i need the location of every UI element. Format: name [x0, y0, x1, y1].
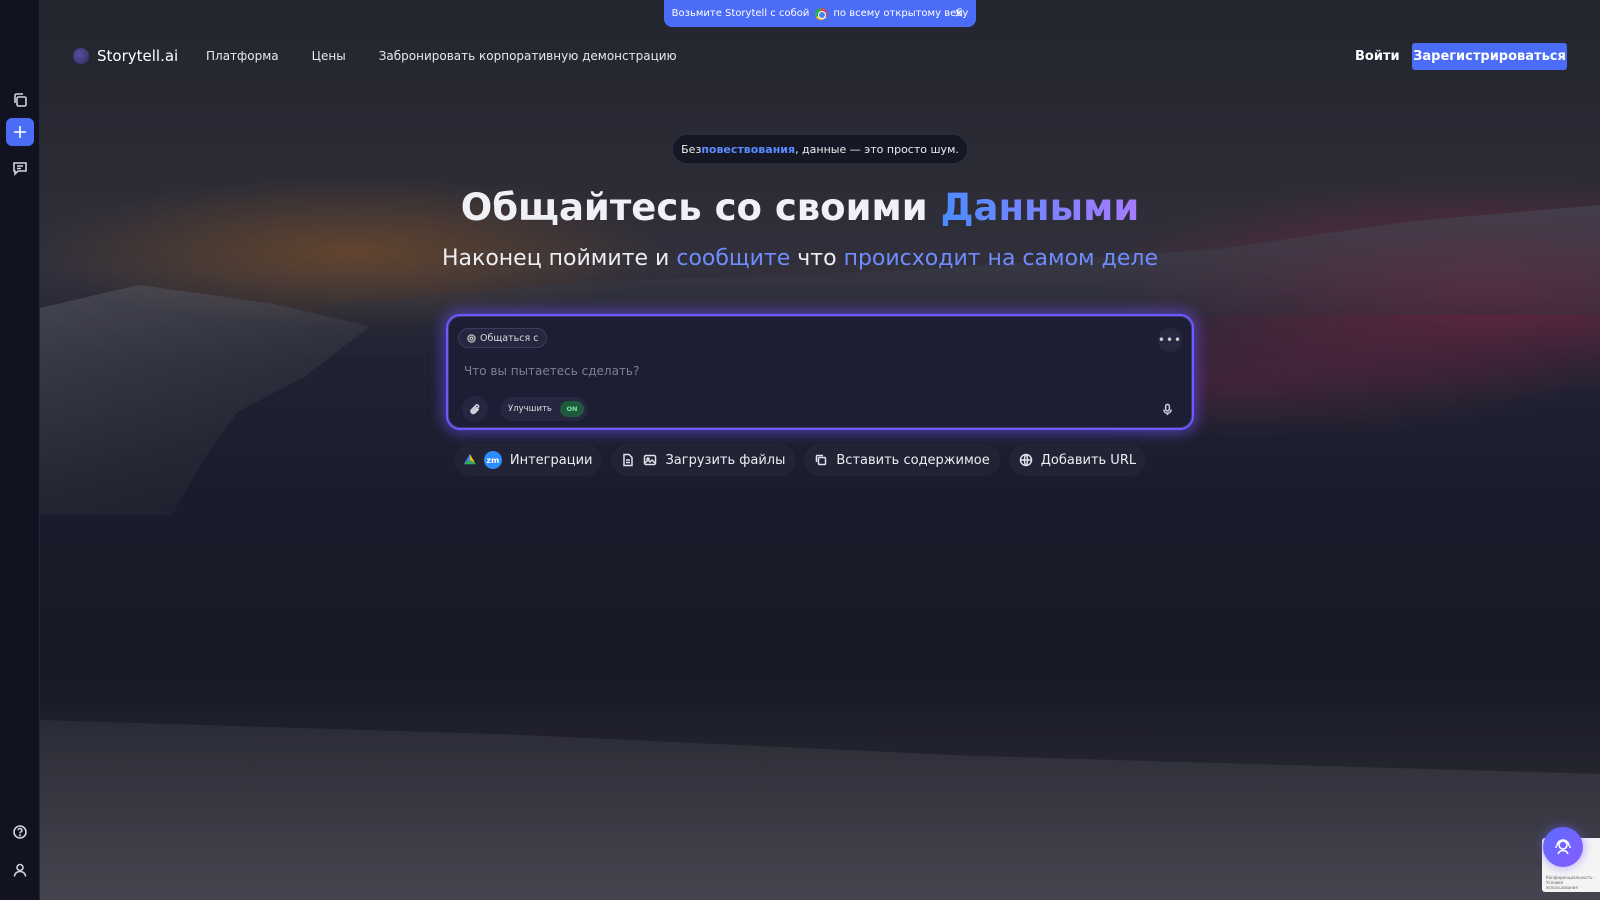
promo-close-button[interactable]: × [954, 6, 964, 20]
chat-with-label: Общаться с [480, 332, 539, 344]
user-icon [13, 863, 27, 877]
at-icon [467, 333, 476, 343]
tagline-before: Без [681, 142, 702, 156]
add-url-label: Добавить URL [1040, 452, 1137, 468]
action-chips: zm Интеграции Загрузить файлы Вставить с… [0, 444, 1600, 476]
chat-icon [13, 162, 27, 176]
copy-icon [14, 93, 27, 107]
promo-banner[interactable]: Возьмите Storytell с собой по всему откр… [664, 0, 976, 27]
help-icon [13, 825, 27, 839]
sidebar-profile-button[interactable] [6, 856, 34, 884]
tagline-after: , данные — это просто шум. [795, 142, 959, 156]
file-icon [623, 453, 634, 467]
paste-content-button[interactable]: Вставить содержимое [804, 444, 1000, 476]
sidebar-chat-button[interactable] [6, 154, 34, 182]
subtitle-part-1: Наконец поймите и [442, 246, 677, 271]
page-title: Общайтесь со своими Данными [0, 186, 1600, 229]
main-nav: Платформа Цены Забронировать корпоративн… [206, 49, 677, 63]
subtitle-highlight-1: сообщите [676, 246, 791, 271]
support-button[interactable] [1543, 827, 1583, 867]
upload-files-label: Загрузить файлы [665, 452, 786, 468]
zoom-icon: zm [483, 451, 502, 469]
tagline-highlight: повествования [701, 142, 796, 156]
improve-toggle[interactable]: Улучшить ON [500, 397, 588, 421]
nav-pricing-link[interactable]: Цены [312, 49, 346, 63]
image-icon [644, 454, 657, 466]
upload-files-button[interactable]: Загрузить файлы [611, 444, 796, 476]
promo-text-before: Возьмите Storytell с собой [671, 8, 810, 19]
tagline-pill: Без повествования, данные — это просто ш… [672, 134, 968, 164]
add-url-button[interactable]: Добавить URL [1008, 444, 1147, 476]
prompt-input[interactable]: Что вы пытаетесь сделать? [464, 364, 639, 378]
sidebar-copy-button[interactable] [6, 86, 34, 114]
integrations-label: Интеграции [509, 452, 593, 468]
nav-demo-link[interactable]: Забронировать корпоративную демонстрацию [379, 49, 677, 63]
support-agent-icon [1555, 839, 1571, 855]
login-link[interactable]: Войти [1355, 49, 1400, 64]
logo[interactable]: Storytell.ai [73, 47, 178, 65]
mic-button[interactable] [1154, 396, 1180, 422]
copy-icon [816, 454, 827, 466]
promo-text-after: по всему открытому вебу [833, 8, 969, 19]
integrations-button[interactable]: zm Интеграции [453, 444, 603, 476]
subtitle-part-2: что [790, 246, 844, 271]
nav-platform-link[interactable]: Платформа [206, 49, 279, 63]
globe-icon [1019, 453, 1032, 467]
paperclip-icon [469, 403, 479, 414]
sidebar-help-button[interactable] [6, 818, 34, 846]
recaptcha-text: Конфиденциальность - Условия использован… [1546, 875, 1596, 890]
chat-with-chip[interactable]: Общаться с [458, 328, 548, 348]
logo-icon [73, 48, 89, 64]
improve-label: Улучшить [508, 404, 552, 414]
page-subtitle: Наконец поймите и сообщите что происходи… [0, 246, 1600, 271]
more-options-button[interactable]: ••• [1158, 328, 1182, 352]
logo-text: Storytell.ai [97, 47, 179, 65]
microphone-icon [1162, 403, 1172, 415]
improve-switch[interactable]: ON [559, 401, 584, 417]
title-main: Общайтесь со своими [460, 186, 941, 229]
prompt-box[interactable]: Общаться с ••• Что вы пытаетесь сделать?… [446, 314, 1194, 430]
signup-button[interactable]: Зарегистрироваться [1412, 43, 1567, 70]
paste-content-label: Вставить содержимое [836, 452, 990, 468]
chrome-icon [815, 7, 828, 20]
sidebar-new-button[interactable] [6, 118, 34, 146]
google-drive-icon [463, 454, 476, 465]
attach-button[interactable] [462, 396, 488, 422]
subtitle-highlight-2: происходит на самом деле [843, 246, 1158, 271]
plus-icon [14, 126, 26, 138]
title-highlight: Данными [940, 186, 1140, 229]
